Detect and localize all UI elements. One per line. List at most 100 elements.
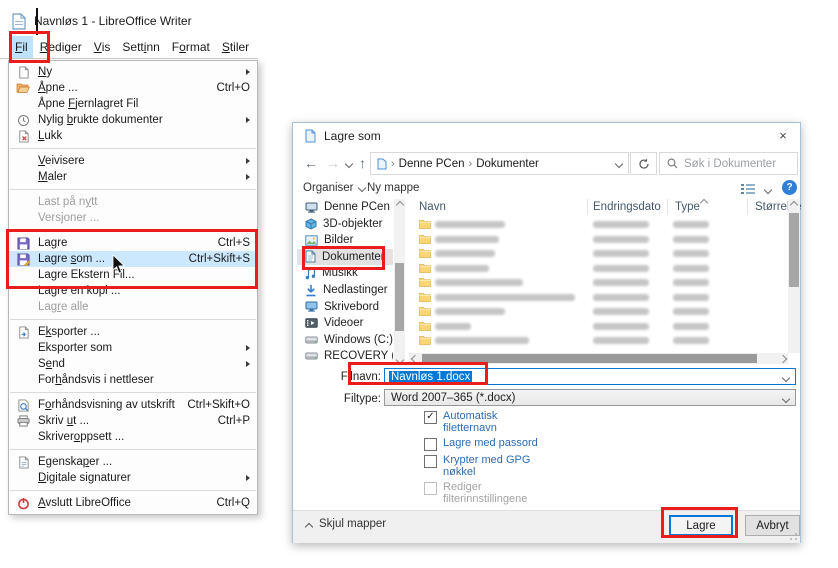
menu-item-forh-ndsvisning-av-utskrift[interactable]: Forhåndsvisning av utskriftCtrl+Skift+O	[9, 397, 257, 413]
menu-item-last-p-nytt[interactable]: Last på nytt	[9, 194, 257, 210]
videos-icon	[305, 318, 318, 328]
new-folder-button[interactable]: Ny mappe	[367, 182, 419, 194]
menu-item-nylig-brukte-dokumenter[interactable]: Nylig brukte dokumenter	[9, 112, 257, 128]
menu-item-label: Forhåndsvisning av utskrift	[38, 399, 175, 411]
file-row[interactable]	[409, 291, 780, 304]
column-header-navn[interactable]: Navn	[419, 201, 446, 213]
blurred-file-name	[435, 337, 529, 344]
printer-icon	[13, 414, 33, 428]
checkbox-icon[interactable]	[424, 482, 437, 495]
checkbox-icon[interactable]	[424, 438, 437, 451]
file-row[interactable]	[409, 247, 780, 260]
filetype-select[interactable]: Word 2007–365 (*.docx)	[384, 389, 796, 406]
filename-dropdown-chevron-icon[interactable]	[782, 374, 790, 382]
tree-scrollbar[interactable]	[394, 199, 405, 365]
forward-icon[interactable]: →	[326, 155, 340, 171]
menu-item-skriv-ut[interactable]: Skriv ut ...Ctrl+P	[9, 413, 257, 429]
menu-separator	[10, 230, 256, 231]
address-bar[interactable]: ›Denne PCen›Dokumenter	[370, 152, 629, 175]
menu-item-egenskaper[interactable]: Egenskaper ...	[9, 454, 257, 470]
breadcrumb-part-dokumenter[interactable]: Dokumenter	[476, 158, 539, 170]
file-row[interactable]	[409, 276, 780, 289]
help-icon[interactable]: ?	[782, 180, 797, 195]
file-row[interactable]	[409, 262, 780, 275]
menu-item-skriveroppsett[interactable]: Skriveroppsett ...	[9, 429, 257, 445]
menu-item-veivisere[interactable]: Veivisere	[9, 153, 257, 169]
sidebar-item-nedlastinger[interactable]: Nedlastinger	[297, 282, 393, 298]
refresh-button[interactable]	[630, 152, 657, 175]
menu-item-versjoner[interactable]: Versjoner ...	[9, 210, 257, 226]
menu-item-label: Lukk	[38, 130, 62, 142]
menu-item-lagre-alle[interactable]: Lagre alle	[9, 299, 257, 315]
menu-item-pne[interactable]: Åpne ...Ctrl+O	[9, 80, 257, 96]
menu-item-forh-ndsvis-i-nettleser[interactable]: Forhåndsvis i nettleser	[9, 372, 257, 388]
menu-item-digitale-signaturer[interactable]: Digitale signaturer	[9, 470, 257, 486]
menubar-item-vis[interactable]: Vis	[89, 36, 116, 58]
organize-button[interactable]: Organiser	[303, 182, 365, 194]
column-header-endringsdato[interactable]: Endringsdato	[593, 201, 661, 213]
menu-item-eksporter-som[interactable]: Eksporter som	[9, 340, 257, 356]
filename-input[interactable]: Navnløs 1.docx	[384, 368, 796, 385]
resize-grip[interactable]	[789, 532, 798, 541]
search-box[interactable]: Søk i Dokumenter	[659, 152, 798, 175]
list-vscrollbar[interactable]	[788, 199, 800, 353]
checkbox-icon[interactable]	[424, 455, 437, 468]
dialog-toolbar: Organiser Ny mappe ?	[293, 179, 800, 199]
save-icon	[13, 236, 33, 250]
sidebar-item-denne-pcen[interactable]: Denne PCen	[297, 199, 393, 215]
menu-item-label: Lagre en kopi ...	[38, 285, 120, 297]
address-dropdown-chevron-icon[interactable]	[615, 159, 623, 167]
column-header-type[interactable]: Type	[675, 201, 700, 213]
sidebar-item-skrivebord[interactable]: Skrivebord	[297, 299, 393, 315]
file-row[interactable]	[409, 218, 780, 231]
menu-item-lagre-ekstern-fil[interactable]: Lagre Ekstern Fil...	[9, 267, 257, 283]
close-icon[interactable]: ×	[774, 126, 792, 144]
view-mode-icon[interactable]	[741, 183, 755, 195]
menubar-item-fil[interactable]: Fil	[10, 36, 33, 58]
filetype-dropdown-chevron-icon[interactable]	[782, 395, 790, 403]
menubar-item-rediger[interactable]: Rediger	[35, 36, 87, 58]
menu-item-avslutt-libreoffice[interactable]: Avslutt LibreOfficeCtrl+Q	[9, 495, 257, 511]
menu-item-lagre-en-kopi[interactable]: Lagre en kopi ...	[9, 283, 257, 299]
dialog-footer: Skjul mapper Lagre Avbryt	[293, 510, 800, 543]
menu-item-ny[interactable]: Ny	[9, 64, 257, 80]
file-row[interactable]	[409, 305, 780, 318]
menu-item-lagre-som[interactable]: Lagre som ...Ctrl+Skift+S	[9, 251, 257, 267]
option-automatisk-filetternavn[interactable]: ✓Automatisk filetternavn	[424, 411, 554, 434]
menu-item-maler[interactable]: Maler	[9, 169, 257, 185]
list-hscrollbar[interactable]	[409, 353, 788, 364]
recent-locations-chevron-icon[interactable]	[345, 160, 353, 168]
view-mode-chevron-icon[interactable]	[764, 186, 772, 194]
file-row[interactable]	[409, 334, 780, 347]
option-lagre-med-passord[interactable]: Lagre med passord	[424, 438, 554, 451]
column-separator	[747, 199, 748, 215]
sidebar-item-dokumenter[interactable]: Dokumenter	[297, 249, 393, 265]
menubar-item-sett-inn[interactable]: Sett inn	[117, 36, 164, 58]
sidebar-item-windows-c[interactable]: Windows (C:)	[297, 332, 393, 348]
blurred-type	[673, 294, 709, 301]
option-krypter-med-gpg-n-kkel[interactable]: Krypter med GPG nøkkel	[424, 455, 554, 478]
checkbox-checked-icon[interactable]: ✓	[424, 411, 437, 424]
sidebar-item-musikk[interactable]: Musikk	[297, 265, 393, 281]
breadcrumb-part-denne-pcen[interactable]: Denne PCen	[399, 158, 465, 170]
file-row[interactable]	[409, 320, 780, 333]
save-button[interactable]: Lagre	[669, 515, 733, 536]
sidebar-item-bilder[interactable]: Bilder	[297, 232, 393, 248]
blurred-type	[673, 236, 709, 243]
file-row[interactable]	[409, 233, 780, 246]
menu-separator	[10, 189, 256, 190]
menubar-item-format[interactable]: Format	[167, 36, 215, 58]
menu-item-pne-fjernlagret-fil[interactable]: Åpne Fjernlagret Fil	[9, 96, 257, 112]
hide-folders-chevron-icon[interactable]	[305, 523, 313, 531]
menu-item-eksporter[interactable]: Eksporter ...	[9, 324, 257, 340]
sidebar-item-recovery-d[interactable]: RECOVERY (D:)	[297, 348, 393, 364]
up-icon[interactable]: ↑	[359, 155, 366, 171]
back-icon[interactable]: ←	[304, 155, 318, 171]
sidebar-item-3d-objekter[interactable]: 3D-objekter	[297, 216, 393, 232]
sidebar-item-videoer[interactable]: Videoer	[297, 315, 393, 331]
menu-item-lukk[interactable]: Lukk	[9, 128, 257, 144]
menu-item-lagre[interactable]: LagreCtrl+S	[9, 235, 257, 251]
hide-folders-button[interactable]: Skjul mapper	[319, 518, 386, 530]
menu-item-send[interactable]: Send	[9, 356, 257, 372]
menubar-item-stiler[interactable]: Stiler	[217, 36, 254, 58]
